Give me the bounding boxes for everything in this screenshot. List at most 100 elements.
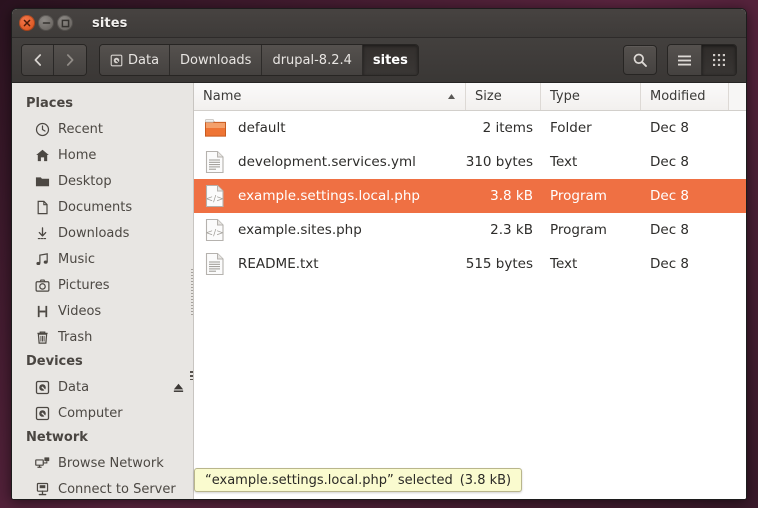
svg-text:</>: </> xyxy=(206,194,224,204)
sidebar-item-label: Data xyxy=(58,379,90,395)
sidebar-item-videos[interactable]: Videos xyxy=(12,298,193,324)
cell-size: 2 items xyxy=(482,120,533,136)
cell-type: Program xyxy=(550,222,607,238)
sidebar-item-label: Desktop xyxy=(58,173,112,189)
list-view-button[interactable] xyxy=(668,45,702,75)
breadcrumb-label: sites xyxy=(372,52,408,68)
maximize-icon xyxy=(61,19,69,27)
toolbar-right-group xyxy=(623,44,737,76)
code-file-icon: </> xyxy=(203,217,227,243)
sidebar-item-trash[interactable]: Trash xyxy=(12,324,193,350)
table-row[interactable]: development.services.yml 310 bytes Text … xyxy=(194,145,746,179)
grid-view-button[interactable] xyxy=(702,45,736,75)
cell-name: </> example.settings.local.php xyxy=(194,183,466,209)
forward-button[interactable] xyxy=(54,45,86,75)
table-row[interactable]: default 2 items Folder Dec 8 xyxy=(194,111,746,145)
trash-icon xyxy=(34,329,50,345)
sidebar-item-computer[interactable]: Computer xyxy=(12,400,193,426)
breadcrumb-item-drupal[interactable]: drupal-8.2.4 xyxy=(262,45,363,75)
column-headers: Name Size Type Modified xyxy=(194,83,746,111)
music-icon xyxy=(34,251,50,267)
cell-type: Program xyxy=(550,188,607,204)
sidebar-item-music[interactable]: Music xyxy=(12,246,193,272)
column-header-size[interactable]: Size xyxy=(466,83,541,110)
sidebar-item-label: Connect to Server xyxy=(58,481,176,497)
column-header-name[interactable]: Name xyxy=(194,83,466,110)
window-body: Places Recent Home Desktop Documents Dow… xyxy=(12,83,746,499)
download-icon xyxy=(34,225,50,241)
server-icon xyxy=(34,481,50,497)
sidebar-item-home[interactable]: Home xyxy=(12,142,193,168)
sidebar-item-pictures[interactable]: Pictures xyxy=(12,272,193,298)
sidebar-item-downloads[interactable]: Downloads xyxy=(12,220,193,246)
search-icon xyxy=(633,53,647,67)
sidebar-item-label: Browse Network xyxy=(58,455,164,471)
sidebar-item-label: Documents xyxy=(58,199,133,215)
cell-name: </> example.sites.php xyxy=(194,217,466,243)
cell-size: 2.3 kB xyxy=(490,222,533,238)
table-row[interactable]: README.txt 515 bytes Text Dec 8 xyxy=(194,247,746,281)
sidebar-item-data[interactable]: Data xyxy=(12,374,193,400)
file-name: default xyxy=(238,120,286,136)
breadcrumb-item-sites[interactable]: sites xyxy=(362,45,418,75)
cell-type: Folder xyxy=(550,120,592,136)
grid-view-icon xyxy=(713,54,725,66)
table-row[interactable]: </> example.settings.local.php 3.8 kB Pr… xyxy=(194,179,746,213)
breadcrumb-item-downloads[interactable]: Downloads xyxy=(170,45,263,75)
back-button[interactable] xyxy=(22,45,54,75)
search-button[interactable] xyxy=(623,45,657,75)
titlebar: sites xyxy=(12,9,746,38)
sidebar-item-label: Computer xyxy=(58,405,123,421)
sidebar-item-connect-to-server[interactable]: Connect to Server xyxy=(12,476,193,499)
breadcrumb-item-data[interactable]: Data xyxy=(100,45,171,75)
close-icon xyxy=(23,19,31,27)
code-file-icon: </> xyxy=(203,183,227,209)
text-file-icon xyxy=(203,251,227,277)
sidebar-item-documents[interactable]: Documents xyxy=(12,194,193,220)
status-bar: “example.settings.local.php” selected (3… xyxy=(194,468,523,492)
sidebar-item-label: Videos xyxy=(58,303,102,319)
sidebar-item-browse-network[interactable]: Browse Network xyxy=(12,450,193,476)
svg-text:</>: </> xyxy=(206,228,224,238)
sidebar-item-label: Trash xyxy=(58,329,93,345)
cell-modified: Dec 8 xyxy=(650,222,690,238)
cell-name: default xyxy=(194,115,466,141)
cell-modified: Dec 8 xyxy=(650,188,690,204)
status-text: “example.settings.local.php” selected xyxy=(205,472,453,488)
folder-icon xyxy=(34,173,50,189)
cell-type: Text xyxy=(550,154,578,170)
cell-size: 3.8 kB xyxy=(490,188,533,204)
cell-modified: Dec 8 xyxy=(650,120,690,136)
breadcrumb-label: Downloads xyxy=(180,52,252,68)
chevron-left-icon xyxy=(34,54,41,66)
clock-icon xyxy=(34,121,50,137)
sidebar-item-label: Pictures xyxy=(58,277,110,293)
close-button[interactable] xyxy=(19,15,35,31)
sidebar-item-label: Downloads xyxy=(58,225,130,241)
cell-size: 515 bytes xyxy=(466,256,533,272)
sidebar-item-recent[interactable]: Recent xyxy=(12,116,193,142)
sidebar-item-label: Recent xyxy=(58,121,103,137)
window-title: sites xyxy=(92,15,128,31)
table-row[interactable]: </> example.sites.php 2.3 kB Program Dec… xyxy=(194,213,746,247)
film-icon xyxy=(34,303,50,319)
sidebar-item-label: Home xyxy=(58,147,97,163)
file-name: example.settings.local.php xyxy=(238,188,420,204)
network-icon xyxy=(34,455,50,471)
status-size: (3.8 kB) xyxy=(459,472,512,488)
breadcrumb: Data Downloads drupal-8.2.4 sites xyxy=(99,44,419,76)
file-name: README.txt xyxy=(238,256,319,272)
sidebar-item-desktop[interactable]: Desktop xyxy=(12,168,193,194)
column-header-type[interactable]: Type xyxy=(541,83,641,110)
file-manager-window: sites Data Downloads drupal-8.2.4 sites … xyxy=(11,8,747,500)
drive-icon xyxy=(34,405,50,421)
minimize-button[interactable] xyxy=(38,15,54,31)
cell-size: 310 bytes xyxy=(466,154,533,170)
home-icon xyxy=(34,147,50,163)
eject-icon[interactable] xyxy=(171,381,185,394)
file-name: development.services.yml xyxy=(238,154,416,170)
drive-icon xyxy=(110,54,123,67)
maximize-button[interactable] xyxy=(57,15,73,31)
column-header-modified[interactable]: Modified xyxy=(641,83,729,110)
cell-modified: Dec 8 xyxy=(650,256,690,272)
